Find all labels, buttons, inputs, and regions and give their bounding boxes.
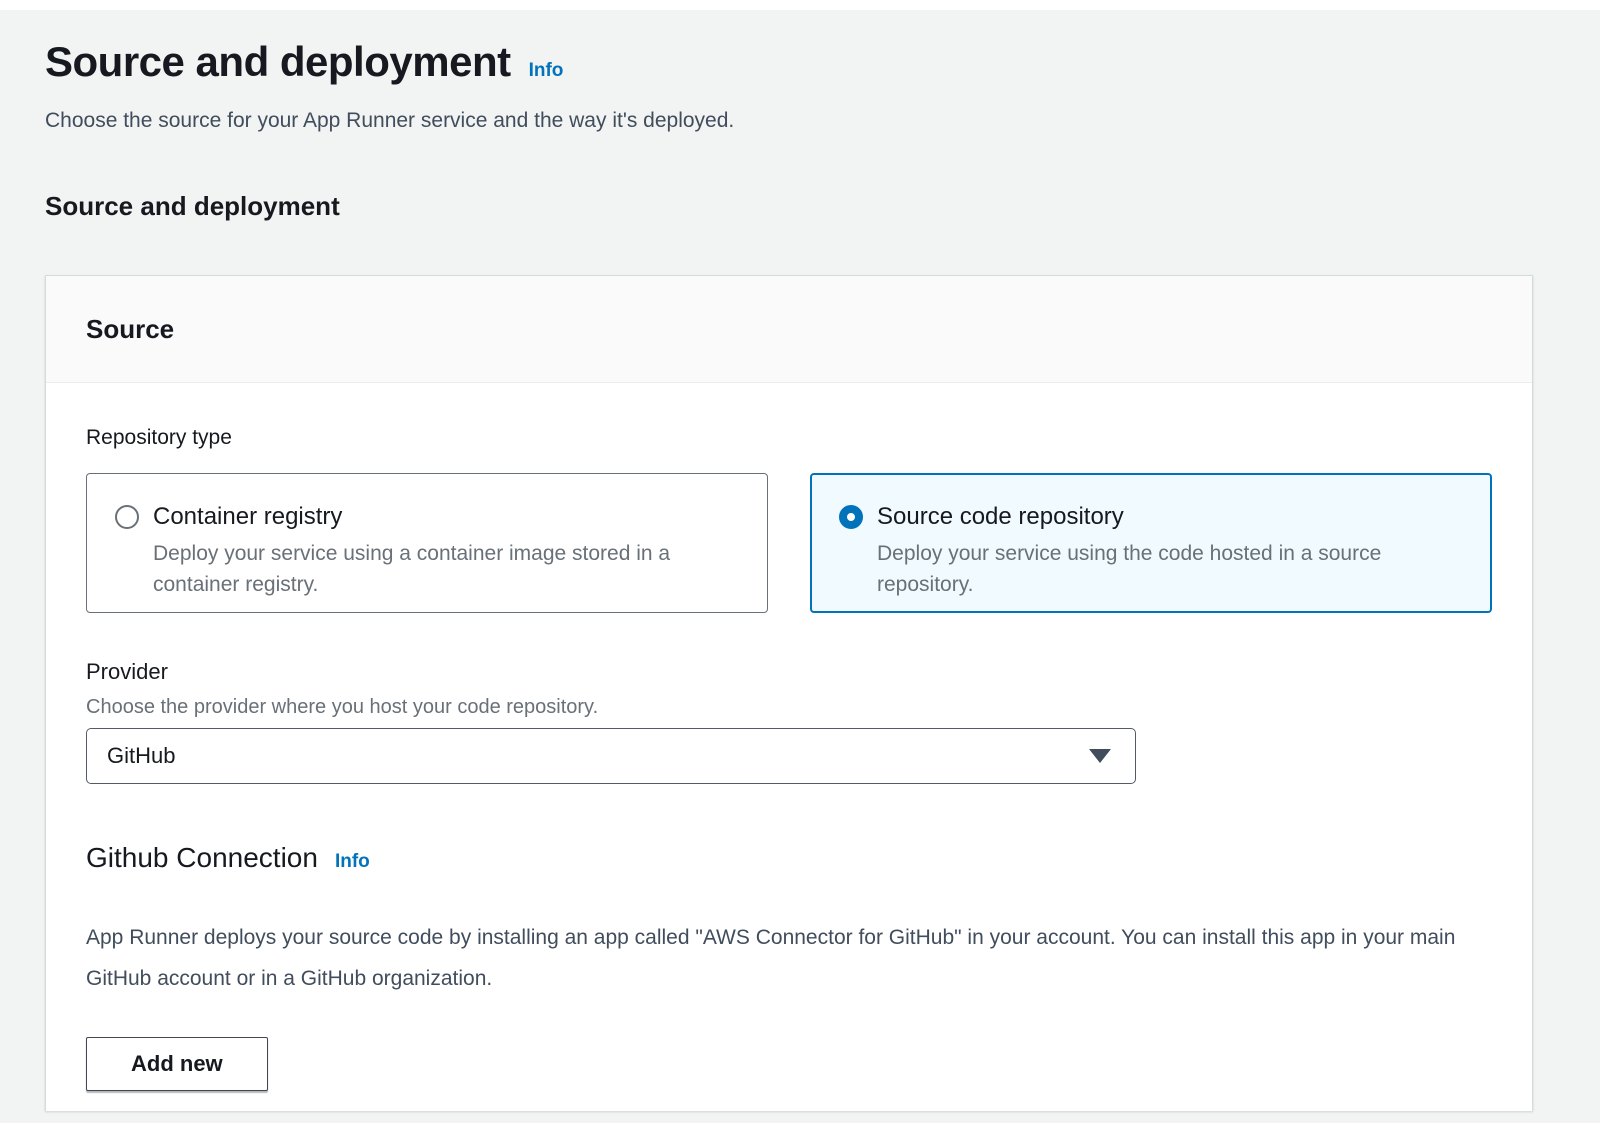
provider-label: Provider bbox=[86, 659, 1492, 685]
page-header: Source and deployment Info bbox=[45, 36, 1533, 88]
tile-container-registry-label: Container registry bbox=[153, 498, 739, 536]
repository-type-label: Repository type bbox=[86, 425, 1492, 450]
section-heading: Source and deployment bbox=[45, 191, 1533, 221]
source-card: Source Repository type Container registr… bbox=[45, 275, 1533, 1111]
page-title-info-link[interactable]: Info bbox=[529, 60, 564, 82]
provider-select[interactable]: GitHub bbox=[86, 728, 1136, 784]
provider-block: Provider Choose the provider where you h… bbox=[86, 659, 1492, 784]
source-card-body: Repository type Container registry Deplo… bbox=[46, 383, 1532, 1123]
source-card-header: Source bbox=[46, 276, 1532, 383]
chevron-down-icon bbox=[1089, 749, 1111, 763]
github-connection-description: App Runner deploys your source code by i… bbox=[86, 917, 1466, 999]
github-connection-header: Github Connection Info bbox=[86, 841, 1492, 875]
radio-unselected-icon[interactable] bbox=[115, 505, 139, 529]
github-connection-info-link[interactable]: Info bbox=[335, 851, 370, 873]
source-card-title: Source bbox=[86, 313, 1492, 345]
tile-source-code-repository-description: Deploy your service using the code hoste… bbox=[877, 538, 1463, 600]
main-content: Source and deployment Info Choose the so… bbox=[45, 36, 1533, 1111]
top-edge-strip bbox=[0, 0, 1600, 10]
tile-text: Source code repository Deploy your servi… bbox=[877, 498, 1463, 600]
page-subtitle: Choose the source for your App Runner se… bbox=[45, 108, 1533, 134]
add-new-button[interactable]: Add new bbox=[86, 1037, 268, 1091]
tile-source-code-repository-label: Source code repository bbox=[877, 498, 1463, 536]
github-connection-title: Github Connection bbox=[86, 841, 318, 875]
radio-selected-icon[interactable] bbox=[839, 505, 863, 529]
repository-type-tiles: Container registry Deploy your service u… bbox=[86, 473, 1492, 613]
tile-container-registry[interactable]: Container registry Deploy your service u… bbox=[86, 473, 768, 613]
page-title: Source and deployment bbox=[45, 36, 511, 88]
tile-text: Container registry Deploy your service u… bbox=[153, 498, 739, 600]
tile-source-code-repository[interactable]: Source code repository Deploy your servi… bbox=[810, 473, 1492, 613]
tile-container-registry-description: Deploy your service using a container im… bbox=[153, 538, 739, 600]
provider-selected-value: GitHub bbox=[107, 743, 175, 769]
provider-description: Choose the provider where you host your … bbox=[86, 695, 1492, 719]
